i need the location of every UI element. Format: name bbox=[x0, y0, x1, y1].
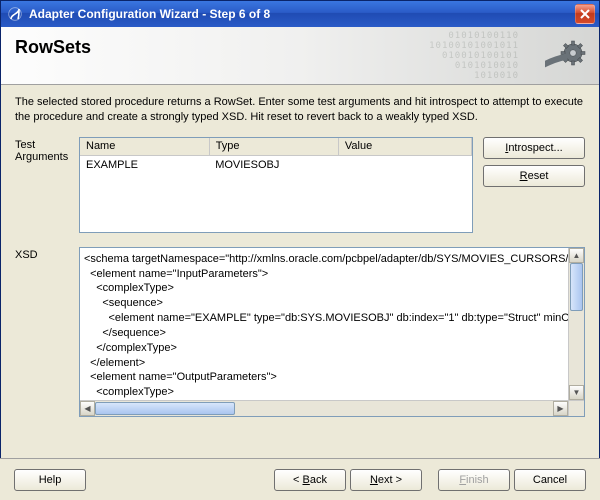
scroll-thumb-horizontal[interactable] bbox=[95, 402, 235, 415]
scroll-thumb-vertical[interactable] bbox=[570, 263, 583, 311]
back-button[interactable]: < Back bbox=[274, 469, 346, 491]
cancel-button[interactable]: Cancel bbox=[514, 469, 586, 491]
close-button[interactable] bbox=[575, 4, 595, 24]
help-button[interactable]: Help bbox=[14, 469, 86, 491]
col-header-type[interactable]: Type bbox=[209, 138, 338, 156]
wizard-content: The selected stored procedure returns a … bbox=[1, 85, 599, 425]
scroll-up-icon[interactable]: ▲ bbox=[569, 248, 584, 263]
reset-button[interactable]: Reset bbox=[483, 165, 585, 187]
test-arguments-table[interactable]: Name Type Value EXAMPLE MOVIESOBJ bbox=[79, 137, 473, 233]
vertical-scrollbar[interactable]: ▲ ▼ bbox=[568, 248, 584, 400]
scroll-corner bbox=[568, 400, 584, 416]
scroll-left-icon[interactable]: ◀ bbox=[80, 401, 95, 416]
cell-value[interactable] bbox=[338, 156, 471, 174]
xsd-label: XSD bbox=[15, 247, 79, 417]
next-button[interactable]: Next > bbox=[350, 469, 422, 491]
wizard-footer: Help < Back Next > Finish Cancel bbox=[0, 458, 600, 500]
gear-icon bbox=[545, 37, 589, 84]
horizontal-scrollbar[interactable]: ◀ ▶ bbox=[80, 400, 568, 416]
page-title: RowSets bbox=[15, 37, 585, 58]
finish-button[interactable]: Finish bbox=[438, 469, 510, 491]
window-title: Adapter Configuration Wizard - Step 6 of… bbox=[29, 7, 270, 21]
cell-type: MOVIESOBJ bbox=[209, 156, 338, 174]
introspect-button[interactable]: Introspect... bbox=[483, 137, 585, 159]
scroll-down-icon[interactable]: ▼ bbox=[569, 385, 584, 400]
col-header-name[interactable]: Name bbox=[80, 138, 209, 156]
xsd-textarea[interactable]: <schema targetNamespace="http://xmlns.or… bbox=[79, 247, 585, 417]
cell-name: EXAMPLE bbox=[80, 156, 209, 174]
app-icon bbox=[7, 6, 23, 22]
test-arguments-label: TestArguments bbox=[15, 137, 79, 233]
wizard-header: RowSets 01010100110101001010010110100101… bbox=[1, 27, 599, 85]
table-row[interactable]: EXAMPLE MOVIESOBJ bbox=[80, 156, 472, 174]
col-header-value[interactable]: Value bbox=[338, 138, 471, 156]
instruction-text: The selected stored procedure returns a … bbox=[15, 95, 585, 125]
scroll-right-icon[interactable]: ▶ bbox=[553, 401, 568, 416]
titlebar: Adapter Configuration Wizard - Step 6 of… bbox=[1, 1, 599, 27]
xsd-content[interactable]: <schema targetNamespace="http://xmlns.or… bbox=[80, 248, 568, 400]
